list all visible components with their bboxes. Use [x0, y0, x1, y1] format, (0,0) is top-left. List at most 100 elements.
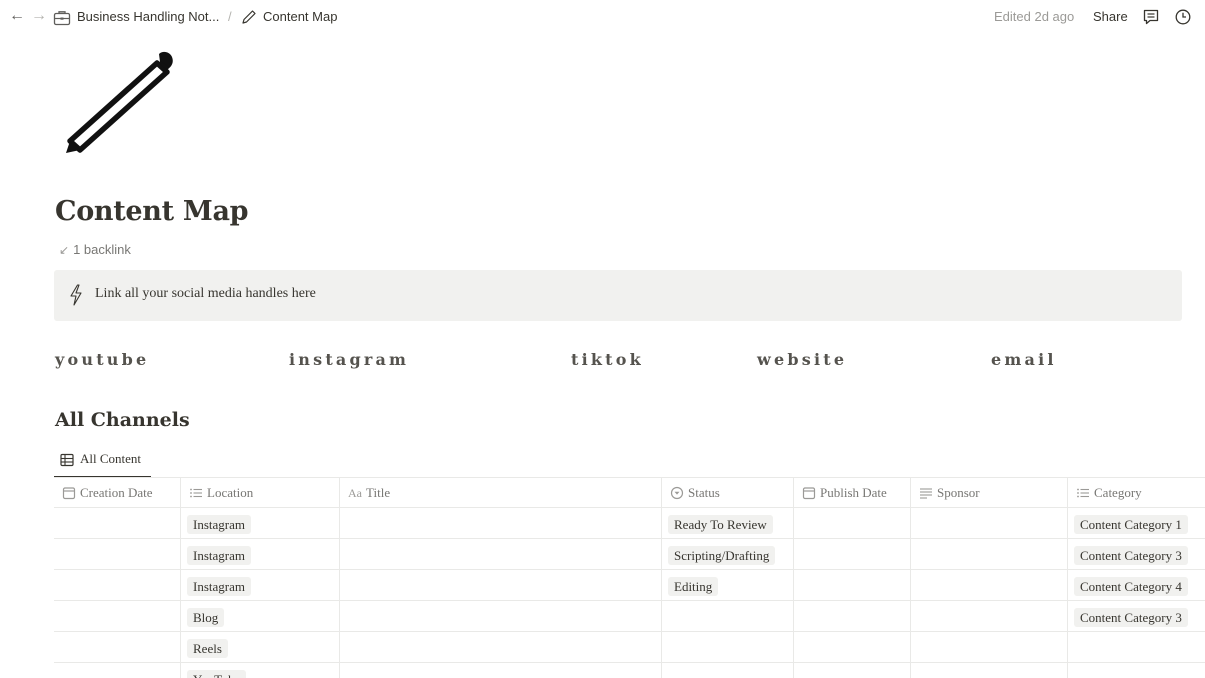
- list-icon: [1077, 488, 1089, 498]
- share-button[interactable]: Share: [1093, 8, 1128, 26]
- location-tag: Instagram: [187, 546, 251, 565]
- edited-timestamp: Edited 2d ago: [994, 9, 1075, 24]
- location-tag: Reels: [187, 639, 228, 658]
- table-cell[interactable]: [794, 570, 911, 600]
- table-cell[interactable]: Instagram: [181, 508, 340, 538]
- table-cell[interactable]: [54, 663, 181, 678]
- location-tag: Blog: [187, 608, 225, 627]
- table-cell[interactable]: Content Category 3: [1068, 601, 1205, 631]
- backlink-arrow-icon: ↙: [59, 243, 70, 257]
- table-cell[interactable]: [911, 508, 1068, 538]
- handle-youtube[interactable]: youtube: [55, 350, 149, 369]
- table-cell[interactable]: [911, 570, 1068, 600]
- backlink-link[interactable]: ↙ 1 backlink: [59, 242, 131, 257]
- table-cell[interactable]: [54, 508, 181, 538]
- table-cell[interactable]: Ready To Review: [662, 508, 794, 538]
- table-cell[interactable]: Reels: [181, 632, 340, 662]
- table-cell[interactable]: [911, 601, 1068, 631]
- column-header-creation-date[interactable]: Creation Date: [54, 478, 181, 507]
- table-cell[interactable]: [340, 508, 662, 538]
- table-cell[interactable]: [662, 663, 794, 678]
- table-cell[interactable]: [340, 663, 662, 678]
- top-bar: ← → Business Handling Not... / Content M…: [0, 0, 1205, 34]
- table-cell[interactable]: [340, 601, 662, 631]
- table-cell[interactable]: [54, 570, 181, 600]
- table-row[interactable]: Instagram Editing Content Category 4: [54, 570, 1205, 601]
- page-pencil-icon[interactable]: [62, 46, 178, 158]
- handle-tiktok[interactable]: tiktok: [571, 350, 644, 369]
- handle-instagram[interactable]: instagram: [289, 350, 409, 369]
- status-icon: [670, 486, 684, 500]
- briefcase-icon: [53, 11, 71, 26]
- comment-icon[interactable]: [1142, 8, 1160, 26]
- table-cell[interactable]: [794, 632, 911, 662]
- breadcrumb-parent[interactable]: Business Handling Not...: [77, 8, 219, 26]
- page-title[interactable]: Content Map: [55, 196, 249, 227]
- location-tag: Instagram: [187, 577, 251, 596]
- table-cell[interactable]: [794, 601, 911, 631]
- table-cell[interactable]: Content Category 1: [1068, 508, 1205, 538]
- table-cell[interactable]: Scripting/Drafting: [662, 539, 794, 569]
- table-cell[interactable]: [54, 632, 181, 662]
- table-header-row: Creation Date Location Aa Title Status P…: [54, 478, 1205, 508]
- table-icon: [60, 453, 74, 467]
- location-tag: Instagram: [187, 515, 251, 534]
- table-cell[interactable]: [54, 601, 181, 631]
- handle-website[interactable]: website: [757, 350, 847, 369]
- calendar-icon: [802, 487, 816, 500]
- clock-icon[interactable]: [1174, 8, 1192, 26]
- table-cell[interactable]: Editing: [662, 570, 794, 600]
- table-row[interactable]: Reels: [54, 632, 1205, 663]
- column-header-category[interactable]: Category: [1068, 478, 1205, 507]
- breadcrumb-separator: /: [228, 9, 232, 24]
- table-body: Instagram Ready To Review Content Category…: [54, 508, 1205, 678]
- column-header-sponsor[interactable]: Sponsor: [911, 478, 1068, 507]
- category-tag: Content Category 3: [1074, 546, 1188, 565]
- table-cell[interactable]: [1068, 632, 1205, 662]
- table-row[interactable]: YouTube: [54, 663, 1205, 678]
- title-icon: Aa: [348, 486, 362, 500]
- column-header-publish-date[interactable]: Publish Date: [794, 478, 911, 507]
- status-tag: Ready To Review: [668, 515, 773, 534]
- column-header-location[interactable]: Location: [181, 478, 340, 507]
- table-row[interactable]: Instagram Scripting/Drafting Content Categ…: [54, 539, 1205, 570]
- table-cell[interactable]: [340, 570, 662, 600]
- table-cell[interactable]: [911, 539, 1068, 569]
- table-cell[interactable]: [794, 539, 911, 569]
- column-header-status[interactable]: Status: [662, 478, 794, 507]
- table-cell[interactable]: [54, 539, 181, 569]
- table-cell[interactable]: Instagram: [181, 570, 340, 600]
- location-tag: YouTube: [187, 670, 247, 678]
- table-cell[interactable]: Content Category 3: [1068, 539, 1205, 569]
- handle-email[interactable]: email: [991, 350, 1057, 369]
- category-tag: Content Category 4: [1074, 577, 1188, 596]
- text-icon: [920, 488, 932, 499]
- arrow-left-icon[interactable]: ←: [9, 7, 25, 25]
- table-cell[interactable]: Blog: [181, 601, 340, 631]
- table-cell[interactable]: YouTube: [181, 663, 340, 678]
- table-cell[interactable]: [794, 663, 911, 678]
- arrow-right-icon[interactable]: →: [31, 7, 47, 25]
- column-header-label: Title: [366, 485, 391, 500]
- table-cell[interactable]: [662, 632, 794, 662]
- view-tab-all-content[interactable]: All Content: [54, 449, 151, 478]
- view-tab-label: All Content: [80, 451, 142, 466]
- table-cell[interactable]: [340, 632, 662, 662]
- callout-block[interactable]: Link all your social media handles here: [54, 270, 1182, 321]
- table-cell[interactable]: [911, 632, 1068, 662]
- table-cell[interactable]: [1068, 663, 1205, 678]
- column-header-label: Creation Date: [80, 485, 153, 500]
- table-cell[interactable]: Instagram: [181, 539, 340, 569]
- breadcrumb-current[interactable]: Content Map: [263, 8, 337, 26]
- table-cell[interactable]: [340, 539, 662, 569]
- table-cell[interactable]: Content Category 4: [1068, 570, 1205, 600]
- table-row[interactable]: Blog Content Category 3: [54, 601, 1205, 632]
- column-header-title[interactable]: Aa Title: [340, 478, 662, 507]
- table-cell[interactable]: [911, 663, 1068, 678]
- table-cell[interactable]: [662, 601, 794, 631]
- table-cell[interactable]: [794, 508, 911, 538]
- column-header-label: Sponsor: [937, 485, 980, 500]
- table-row[interactable]: Instagram Ready To Review Content Category…: [54, 508, 1205, 539]
- status-tag: Editing: [668, 577, 719, 596]
- column-header-label: Location: [207, 485, 254, 500]
